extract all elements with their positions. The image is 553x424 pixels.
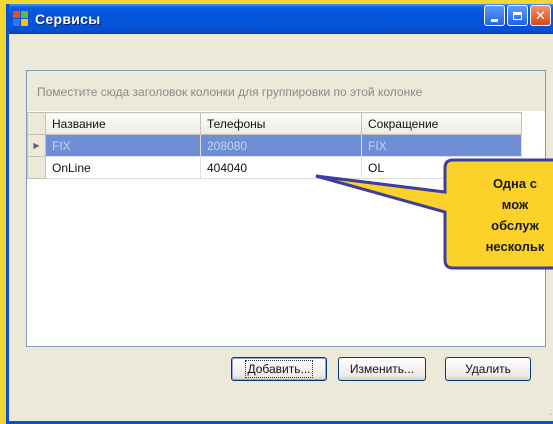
cell-abbreviation[interactable]: FIX — [361, 134, 522, 157]
app-icon — [13, 11, 29, 27]
callout-text: Одна с мож обслуж нескольк — [445, 173, 553, 257]
maximize-icon — [513, 11, 522, 20]
column-header-phones[interactable]: Телефоны — [200, 112, 362, 135]
callout-line: Одна с — [493, 176, 537, 191]
maximize-button[interactable] — [507, 5, 528, 26]
cell-name[interactable]: OnLine — [45, 156, 201, 179]
add-button[interactable]: Добавить... — [231, 357, 327, 381]
callout-line: нескольк — [485, 239, 545, 254]
table-header-row: Название Телефоны Сокращение — [27, 112, 522, 135]
window-title: Сервисы — [35, 11, 101, 27]
window-controls: ✕ — [484, 5, 551, 26]
delete-button[interactable]: Удалить — [445, 357, 531, 381]
delete-button-label: Удалить — [465, 362, 511, 376]
group-by-panel[interactable]: Поместите сюда заголовок колонки для гру… — [27, 71, 545, 111]
edit-button-label: Изменить... — [349, 362, 415, 376]
group-by-hint: Поместите сюда заголовок колонки для гру… — [37, 85, 423, 99]
row-selector[interactable] — [27, 156, 46, 179]
minimize-icon — [491, 18, 498, 22]
edit-button[interactable]: Изменить... — [338, 357, 426, 381]
row-selector-header — [27, 112, 46, 135]
add-button-label: Добавить... — [245, 360, 313, 378]
cell-name[interactable]: FIX — [45, 134, 201, 157]
callout-line: мож — [501, 197, 529, 212]
column-header-name[interactable]: Название — [45, 112, 201, 135]
current-row-indicator-icon: ▶ — [27, 134, 46, 157]
close-button[interactable]: ✕ — [530, 5, 551, 26]
callout-line: обслуж — [491, 218, 539, 233]
resize-grip-icon[interactable]: ⋰ — [549, 406, 553, 417]
title-bar[interactable]: Сервисы — [9, 4, 553, 34]
minimize-button[interactable] — [484, 5, 505, 26]
cell-phones[interactable]: 208080 — [200, 134, 362, 157]
close-icon: ✕ — [535, 7, 546, 23]
column-header-abbreviation[interactable]: Сокращение — [361, 112, 522, 135]
table-row[interactable]: ▶ FIX 208080 FIX — [27, 134, 522, 157]
